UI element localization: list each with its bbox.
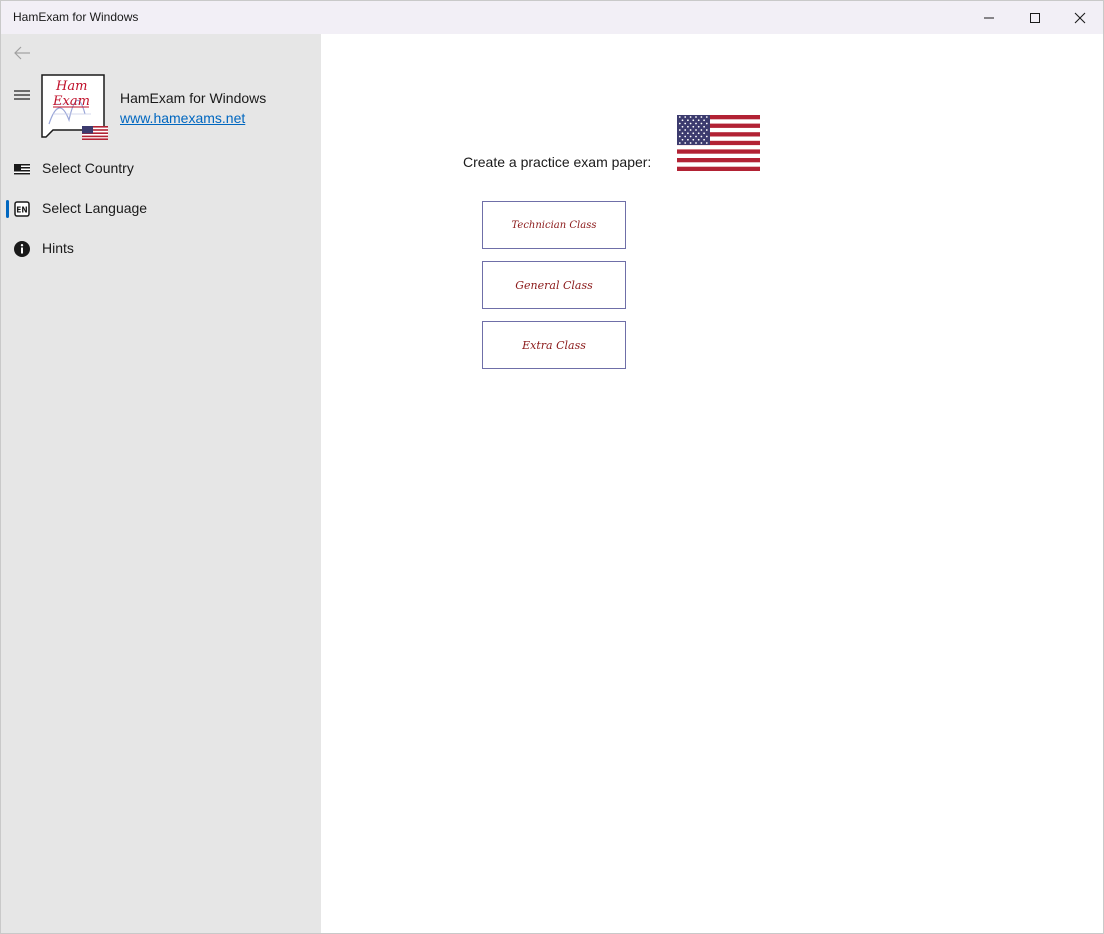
nav-label-select-language: Select Language <box>42 200 148 216</box>
hamexam-logo: Ham Exam <box>41 74 109 142</box>
svg-text:EN: EN <box>16 206 27 215</box>
nav-label-hints: Hints <box>42 240 74 256</box>
title-bar[interactable]: HamExam for Windows <box>1 1 1103 34</box>
language-en-icon: EN <box>13 201 31 217</box>
us-flag-small-icon <box>82 126 108 140</box>
maximize-button[interactable] <box>1012 1 1058 34</box>
close-button[interactable] <box>1057 1 1103 34</box>
general-class-button[interactable]: General Class <box>482 261 626 309</box>
exam-prompt-label: Create a practice exam paper: <box>463 154 652 170</box>
app-name-label: HamExam for Windows <box>120 90 267 106</box>
minimize-icon <box>984 17 994 18</box>
app-window: HamExam for Windows Ham Exam HamExam for… <box>0 0 1104 934</box>
flag-icon <box>13 161 31 177</box>
minimize-button[interactable] <box>966 1 1012 34</box>
maximize-icon <box>1030 12 1040 23</box>
technician-class-button[interactable]: Technician Class <box>482 201 626 249</box>
hamburger-icon <box>14 90 30 100</box>
us-flag-icon <box>677 115 760 171</box>
svg-text:Ham: Ham <box>55 79 87 94</box>
info-icon <box>13 241 31 257</box>
nav-item-select-country[interactable]: Select Country <box>1 151 321 187</box>
back-arrow-icon <box>14 46 30 60</box>
hamburger-menu-button[interactable] <box>7 82 37 108</box>
website-link[interactable]: www.hamexams.net <box>120 110 245 126</box>
navigation-pane: Ham Exam HamExam for Windows www.hamexam… <box>1 34 321 933</box>
window-title: HamExam for Windows <box>13 10 139 24</box>
nav-label-select-country: Select Country <box>42 160 134 176</box>
close-icon <box>1074 12 1086 23</box>
main-content: Create a practice exam paper: Technician… <box>321 34 1103 933</box>
selection-indicator <box>6 200 9 218</box>
extra-class-button[interactable]: Extra Class <box>482 321 626 369</box>
back-button[interactable] <box>7 40 37 66</box>
nav-item-hints[interactable]: Hints <box>1 231 321 267</box>
nav-item-select-language[interactable]: EN Select Language <box>1 191 321 227</box>
